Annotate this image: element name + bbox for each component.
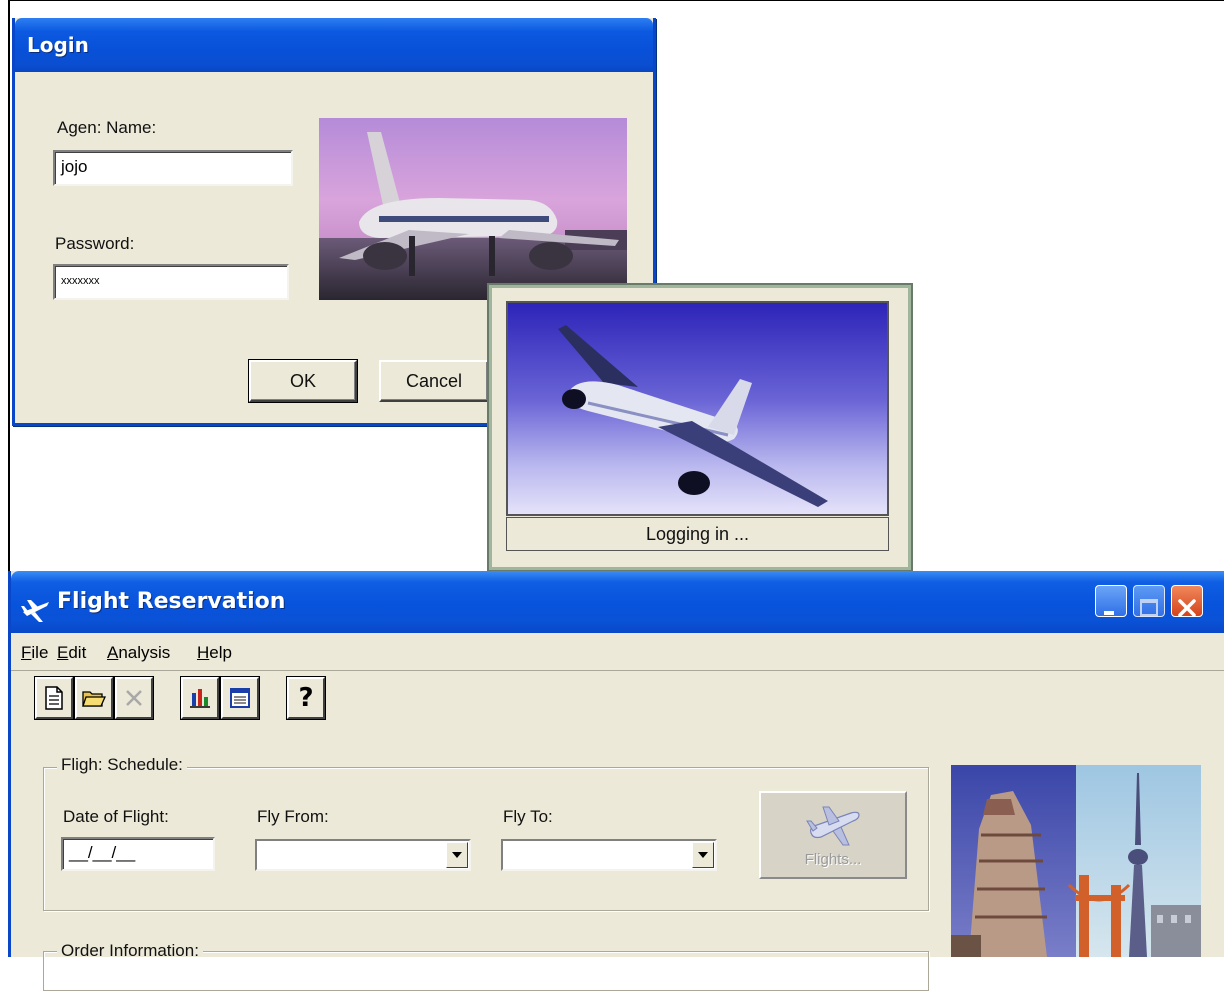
help-button[interactable]: ? bbox=[286, 676, 326, 720]
city-landmarks-image bbox=[951, 765, 1201, 957]
flights-button-label: Flights... bbox=[804, 851, 862, 868]
delete-order-button[interactable] bbox=[114, 676, 154, 720]
order-information-group bbox=[43, 951, 929, 991]
login-title: Login bbox=[15, 18, 653, 72]
fly-to-dropdown-arrow[interactable] bbox=[692, 842, 714, 868]
report-icon bbox=[230, 688, 250, 708]
chevron-down-icon bbox=[452, 852, 462, 858]
close-button[interactable] bbox=[1171, 585, 1203, 617]
date-of-flight-input[interactable]: __/__/__ bbox=[61, 837, 215, 871]
window-title: Flight Reservation bbox=[57, 589, 286, 614]
menu-file[interactable]: File bbox=[21, 643, 48, 663]
maximize-button[interactable] bbox=[1133, 585, 1165, 617]
fly-from-select[interactable] bbox=[255, 839, 471, 871]
delete-order-icon bbox=[126, 690, 142, 706]
menu-bar: File Edit Analysis Help bbox=[11, 633, 1224, 671]
new-order-button[interactable] bbox=[34, 676, 74, 720]
airplane-icon bbox=[21, 587, 51, 622]
menu-help[interactable]: Help bbox=[197, 643, 232, 663]
flights-button[interactable]: Flights... bbox=[759, 791, 907, 879]
password-input[interactable]: xxxxxxx bbox=[53, 264, 289, 300]
open-order-icon bbox=[82, 691, 106, 707]
airplane-flight-photo bbox=[506, 301, 889, 516]
airplane-dusk-photo bbox=[319, 118, 627, 300]
chevron-down-icon bbox=[698, 852, 708, 858]
menu-edit[interactable]: Edit bbox=[57, 643, 86, 663]
report-button[interactable] bbox=[220, 676, 260, 720]
order-information-legend: Order Information: bbox=[57, 941, 203, 957]
airplane-icon bbox=[806, 806, 860, 846]
logging-in-splash: Logging in ... bbox=[487, 283, 913, 572]
menu-analysis[interactable]: Analysis bbox=[107, 643, 170, 663]
fly-from-dropdown-arrow[interactable] bbox=[446, 842, 468, 868]
fly-to-select[interactable] bbox=[501, 839, 717, 871]
fly-from-label: Fly From: bbox=[257, 807, 329, 826]
new-order-icon bbox=[45, 686, 63, 710]
flight-schedule-legend: Fligh: Schedule: bbox=[57, 755, 187, 775]
agent-name-label: Agen: Name: bbox=[57, 118, 157, 137]
help-icon: ? bbox=[298, 683, 314, 713]
graph-button[interactable] bbox=[180, 676, 220, 720]
flight-reservation-window: Flight Reservation File Edit Analysis He… bbox=[8, 571, 1224, 991]
open-order-button[interactable] bbox=[74, 676, 114, 720]
date-of-flight-label: Date of Flight: bbox=[63, 807, 169, 826]
password-label: Password: bbox=[55, 234, 135, 253]
toolbar: ? bbox=[11, 671, 1224, 729]
fly-to-label: Fly To: bbox=[503, 807, 553, 826]
graph-icon bbox=[190, 689, 210, 708]
ok-button[interactable]: OK bbox=[248, 359, 358, 403]
cancel-button[interactable]: Cancel bbox=[379, 360, 489, 402]
agent-name-input[interactable]: jojo bbox=[53, 150, 293, 186]
login-status-text: Logging in ... bbox=[506, 517, 889, 551]
minimize-button[interactable] bbox=[1095, 585, 1127, 617]
flight-reservation-titlebar[interactable]: Flight Reservation bbox=[11, 571, 1224, 633]
